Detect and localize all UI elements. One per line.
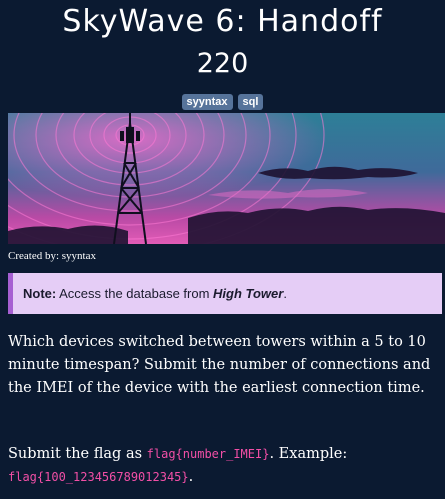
note-text-end: . <box>283 286 287 301</box>
challenge-question: Which devices switched between towers wi… <box>8 334 431 396</box>
flag-format: flag{number_IMEI} <box>146 447 270 461</box>
tag-syyntax: syyntax <box>181 94 233 110</box>
submit-example-label: . Example: <box>269 446 348 462</box>
note-label: Note: <box>23 286 57 301</box>
banner-image <box>8 113 445 244</box>
submit-text: Submit the flag as <box>8 446 147 462</box>
credit-text: Created by: syyntax <box>8 250 96 262</box>
note-emphasis: High Tower <box>213 286 284 301</box>
submit-text-end: . <box>188 469 194 485</box>
tag-list: syyntax sql <box>0 94 445 110</box>
note-callout: Note: Access the database from High Towe… <box>8 273 442 314</box>
tag-sql: sql <box>237 94 264 110</box>
submit-instructions: Submit the flag as flag{number_IMEI}. Ex… <box>8 443 442 489</box>
challenge-title: SkyWave 6: Handoff <box>62 4 383 39</box>
challenge-points: 220 <box>196 48 249 79</box>
flag-example: flag{100_123456789012345} <box>8 470 189 484</box>
note-text: Access the database from <box>56 286 214 301</box>
